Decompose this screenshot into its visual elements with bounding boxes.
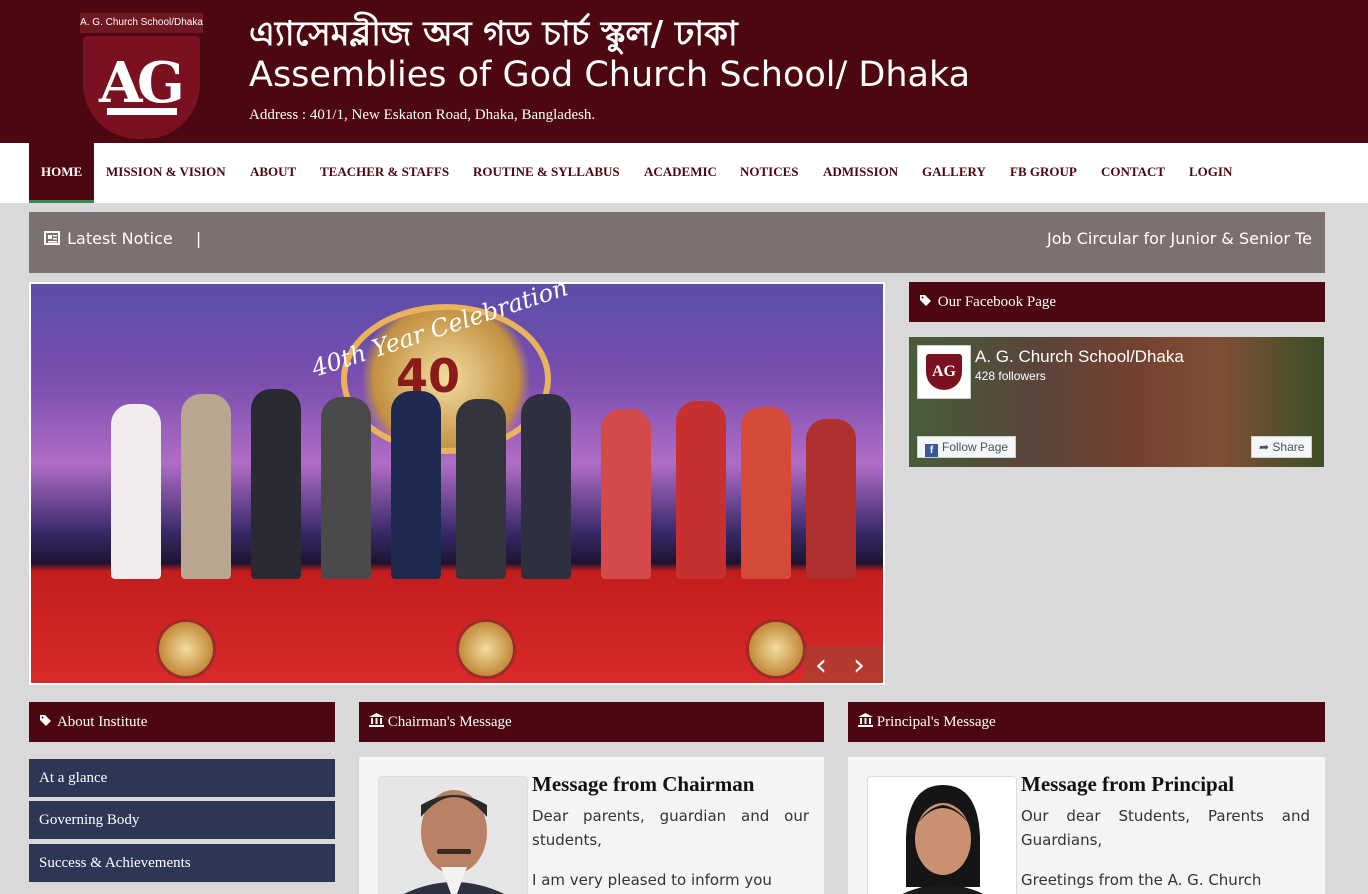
stage-badge-center bbox=[456, 619, 516, 679]
nav-gallery[interactable]: GALLERY bbox=[922, 143, 986, 203]
latest-notice-bar: Latest Notice | Job Circular for Junior … bbox=[29, 212, 1325, 273]
logo-text: A. G. Church School/Dhaka bbox=[80, 13, 203, 33]
latest-notice-label: Latest Notice | bbox=[44, 229, 201, 248]
chairman-heading-text: Chairman's Message bbox=[387, 714, 512, 730]
follow-label: Follow Page bbox=[942, 440, 1009, 454]
slider-controls: ‹ › bbox=[803, 646, 883, 683]
tags-icon bbox=[40, 715, 51, 726]
chairman-photo bbox=[378, 776, 528, 894]
facebook-page-widget[interactable]: AG A. G. Church School/Dhaka 428 followe… bbox=[909, 337, 1324, 467]
nav-contact[interactable]: CONTACT bbox=[1101, 143, 1165, 203]
nav-teacher-staffs[interactable]: TEACHER & STAFFS bbox=[320, 143, 449, 203]
stage-badge-left bbox=[156, 619, 216, 679]
chairman-message-text: I am very pleased to inform you bbox=[532, 871, 772, 889]
slide-photo-people bbox=[111, 389, 883, 579]
notice-label-text: Latest Notice bbox=[67, 229, 173, 248]
chairman-message-title: Message from Chairman bbox=[532, 772, 755, 796]
chairman-greeting: Dear parents, guardian and our students, bbox=[532, 807, 809, 849]
nav-fb-group[interactable]: FB GROUP bbox=[1010, 143, 1077, 203]
facebook-page-name[interactable]: A. G. Church School/Dhaka bbox=[975, 347, 1184, 367]
school-address: Address : 401/1, New Eskaton Road, Dhaka… bbox=[249, 107, 596, 123]
school-logo[interactable]: A. G. Church School/Dhaka A G bbox=[80, 13, 203, 139]
principal-photo bbox=[867, 776, 1017, 894]
logo-shield: A G bbox=[83, 36, 200, 139]
svg-text:G: G bbox=[137, 50, 185, 116]
institution-icon bbox=[369, 713, 384, 727]
notice-separator: | bbox=[195, 229, 202, 248]
principal-panel-heading: Principal's Message bbox=[848, 702, 1325, 742]
newspaper-icon bbox=[44, 231, 60, 245]
principal-message-title: Message from Principal bbox=[1021, 772, 1235, 796]
facebook-page-logo[interactable]: AG bbox=[917, 345, 971, 399]
nav-routine-syllabus[interactable]: ROUTINE & SYLLABUS bbox=[473, 143, 620, 203]
chairman-message-box: Message from Chairman Dear parents, guar… bbox=[359, 757, 824, 894]
share-label: Share bbox=[1272, 440, 1305, 454]
nav-home[interactable]: HOME bbox=[29, 143, 95, 203]
nav-mission-vision[interactable]: MISSION & VISION bbox=[106, 143, 226, 203]
tags-icon bbox=[920, 295, 931, 306]
facebook-panel-heading: Our Facebook Page bbox=[909, 282, 1325, 322]
logo-monogram-icon: A G bbox=[98, 50, 185, 116]
link-success-achievements[interactable]: Success & Achievements bbox=[29, 844, 335, 882]
site-header: A. G. Church School/Dhaka A G এ্যাসেমব্ল… bbox=[0, 0, 1368, 143]
about-panel-heading: About Institute bbox=[29, 702, 335, 742]
principal-message-text: Greetings from the A. G. Church bbox=[1021, 871, 1262, 889]
school-name-english: Assemblies of God Church School/ Dhaka bbox=[249, 55, 971, 95]
facebook-follow-button[interactable]: f Follow Page bbox=[917, 436, 1017, 458]
main-nav: HOME MISSION & VISION ABOUT TEACHER & ST… bbox=[0, 143, 1368, 203]
principal-greeting: Our dear Students, Parents and Guardians… bbox=[1021, 807, 1310, 849]
share-icon: ➦ bbox=[1259, 440, 1273, 454]
nav-login[interactable]: LOGIN bbox=[1189, 143, 1232, 203]
notice-ticker-link[interactable]: Job Circular for Junior & Senior Te bbox=[1047, 229, 1312, 248]
link-governing-body[interactable]: Governing Body bbox=[29, 801, 335, 839]
chairman-panel-heading: Chairman's Message bbox=[359, 702, 824, 742]
chairman-portrait bbox=[379, 777, 527, 894]
next-arrow-icon[interactable]: › bbox=[853, 648, 865, 683]
principal-message-box: Message from Principal Our dear Students… bbox=[848, 757, 1325, 894]
facebook-heading-text: Our Facebook Page bbox=[937, 294, 1057, 310]
principal-heading-text: Principal's Message bbox=[876, 714, 996, 730]
nav-admission[interactable]: ADMISSION bbox=[823, 143, 898, 203]
institution-icon bbox=[858, 713, 873, 727]
fb-logo-monogram: AG bbox=[926, 354, 962, 390]
link-at-a-glance[interactable]: At a glance bbox=[29, 759, 335, 797]
nav-notices[interactable]: NOTICES bbox=[740, 143, 799, 203]
stage-badge-right bbox=[746, 619, 806, 679]
facebook-icon: f bbox=[925, 444, 938, 457]
facebook-followers: 428 followers bbox=[975, 369, 1046, 383]
facebook-share-button[interactable]: ➦ Share bbox=[1251, 436, 1313, 458]
about-heading-text: About Institute bbox=[56, 714, 148, 730]
nav-academic[interactable]: ACADEMIC bbox=[644, 143, 717, 203]
prev-arrow-icon[interactable]: ‹ bbox=[815, 648, 827, 683]
image-slider[interactable]: 40th Year Celebration 40 ‹ › bbox=[29, 282, 885, 685]
nav-about[interactable]: ABOUT bbox=[250, 143, 296, 203]
principal-portrait bbox=[868, 777, 1016, 894]
